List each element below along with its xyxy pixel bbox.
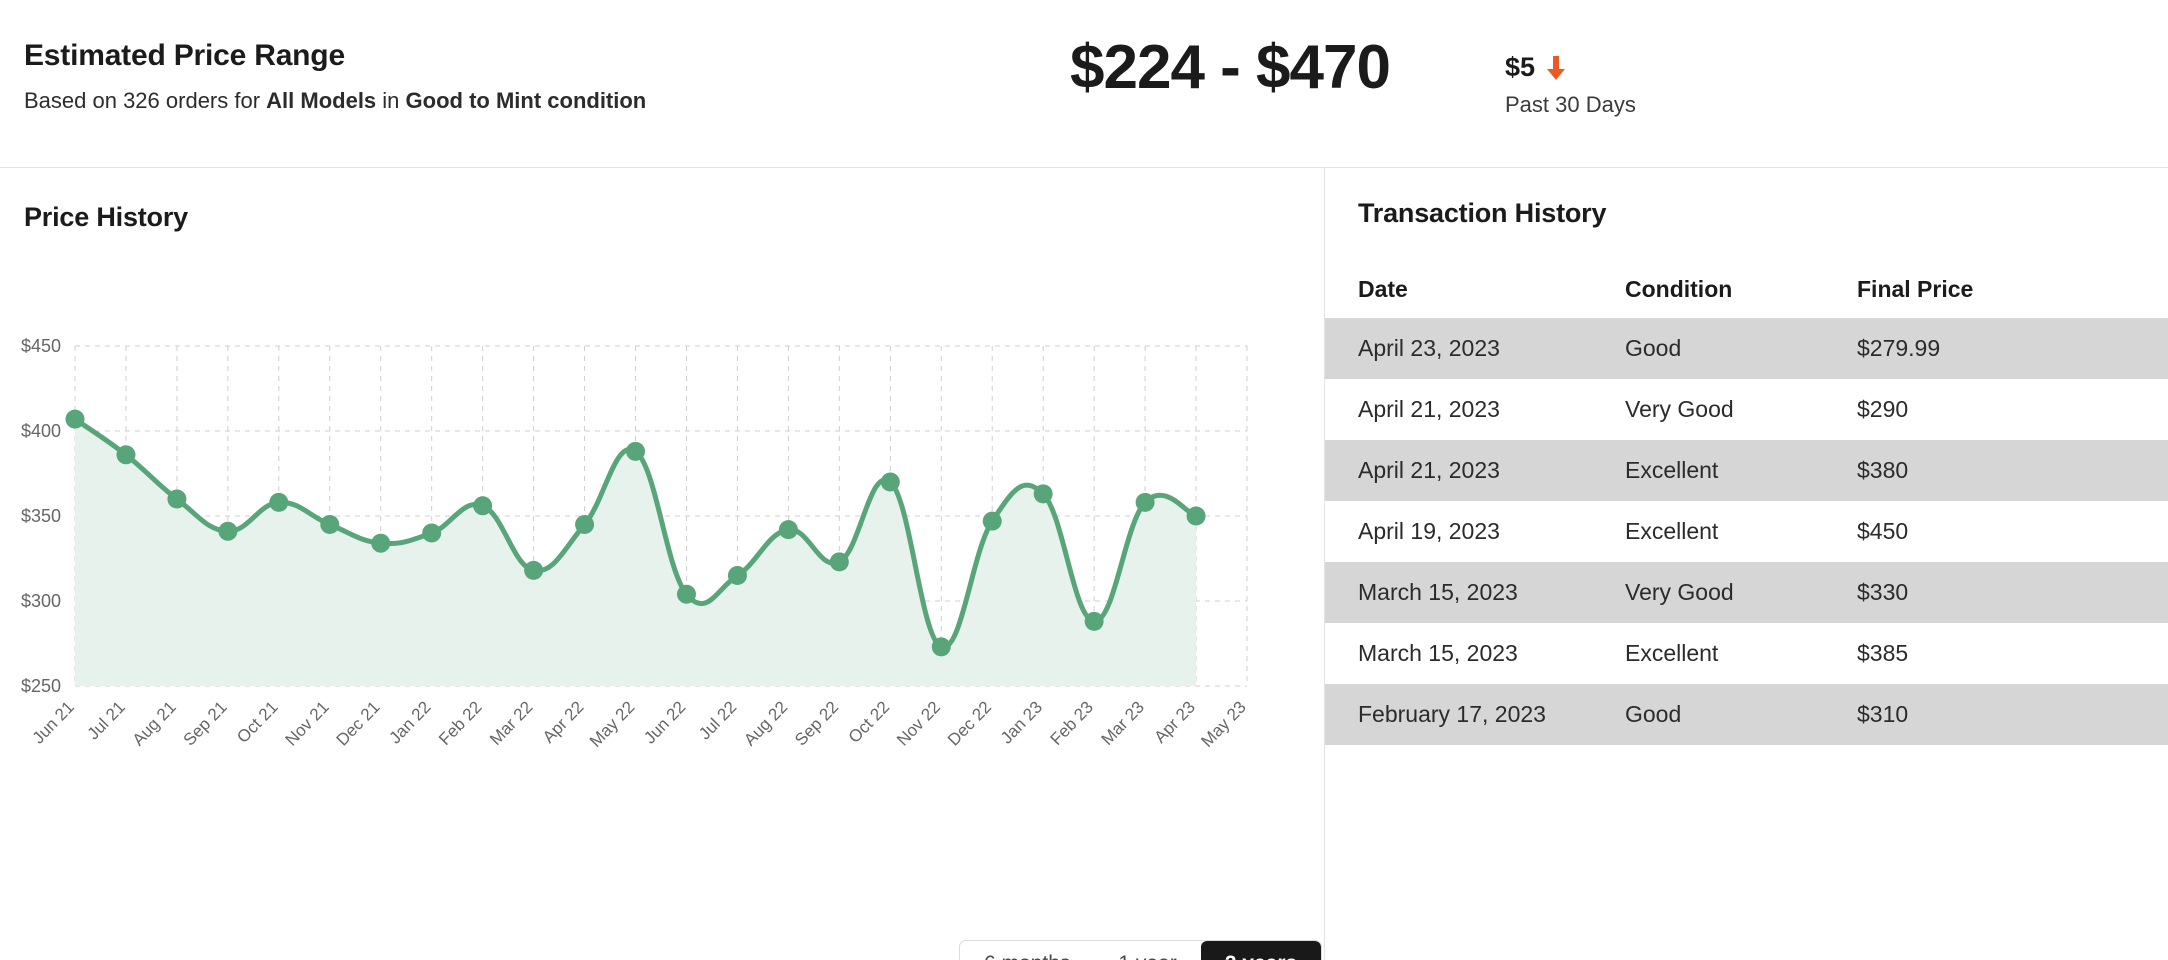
table-body: April 23, 2023 Good $279.99 April 21, 2023 V… [1325, 318, 2168, 745]
table-row[interactable]: April 21, 2023 Excellent $380 [1325, 440, 2168, 501]
svg-text:Oct 22: Oct 22 [845, 698, 893, 747]
trend-amount: $5 [1505, 52, 1536, 82]
svg-text:Oct 21: Oct 21 [233, 698, 281, 747]
price-history-title: Price History [24, 202, 188, 232]
range-button-6-months[interactable]: 6 months [960, 941, 1094, 960]
subtitle-prefix: Based on 326 orders for [24, 88, 267, 113]
svg-text:$300: $300 [21, 591, 61, 611]
svg-text:Sep 21: Sep 21 [180, 698, 231, 750]
transaction-history-table: Date Condition Final Price April 23, 202… [1325, 260, 2168, 745]
svg-text:Mar 23: Mar 23 [1098, 698, 1148, 749]
transaction-date: March 15, 2023 [1358, 579, 1518, 605]
transaction-final-price: $450 [1857, 518, 1909, 544]
transaction-final-price: $380 [1857, 457, 1909, 483]
price-history-svg: $250$300$350$400$450Jun 21 Jul 21 Aug 21 Se… [21, 336, 1250, 751]
svg-text:$450: $450 [21, 336, 61, 356]
time-range-toggle[interactable]: 6 months 1 year 2 years [959, 940, 1323, 960]
table-row[interactable]: April 21, 2023 Very Good $290 [1325, 379, 2168, 440]
table-row[interactable]: April 23, 2023 Good $279.99 [1325, 318, 2168, 379]
transaction-history-panel: Transaction History Date Condition Final… [1325, 168, 2168, 960]
svg-text:Mar 22: Mar 22 [486, 698, 536, 749]
transaction-condition: Good [1625, 335, 1682, 361]
transaction-date: February 17, 2023 [1358, 701, 1546, 727]
page-title: Estimated Price Range [24, 39, 345, 72]
table-row[interactable]: April 19, 2023 Excellent $450 [1325, 501, 2168, 562]
estimated-price-range-value: $224 - $470 [1070, 33, 1391, 102]
svg-text:Jan 23: Jan 23 [997, 698, 1046, 748]
trend-down-arrow-icon [1544, 54, 1568, 82]
svg-text:Aug 22: Aug 22 [740, 698, 791, 750]
transaction-date: April 23, 2023 [1358, 335, 1500, 361]
svg-text:Sep 22: Sep 22 [791, 698, 842, 750]
price-history-panel: Price History $250 $300 $350 $400 $450 Jun 21… [0, 168, 1325, 960]
svg-text:Nov 21: Nov 21 [282, 698, 333, 750]
transaction-date: April 21, 2023 [1358, 396, 1500, 422]
svg-text:Feb 23: Feb 23 [1047, 698, 1097, 749]
transaction-date: April 21, 2023 [1358, 457, 1500, 483]
content-body: Price History $250 $300 $350 $400 $450 Jun 21… [0, 168, 2168, 960]
transaction-condition: Very Good [1625, 396, 1734, 422]
header-text-block: Estimated Price Range Based on 326 order… [24, 38, 646, 116]
subtitle-condition: Good to Mint condition [405, 88, 647, 113]
table-row[interactable]: March 15, 2023 Very Good $330 [1325, 562, 2168, 623]
transaction-condition: Excellent [1625, 640, 1719, 666]
column-header-date: Date [1358, 275, 1408, 302]
transaction-condition: Excellent [1625, 518, 1719, 544]
svg-text:May 22: May 22 [586, 698, 638, 751]
trend-period-label: Past 30 Days [1505, 92, 1636, 117]
range-button-2-years[interactable]: 2 years [1200, 941, 1322, 960]
page-subtitle: Based on 326 orders for All Models in Go… [24, 87, 646, 116]
svg-text:Jun 22: Jun 22 [640, 698, 689, 748]
svg-text:$400: $400 [21, 421, 61, 441]
transaction-condition: Good [1625, 701, 1682, 727]
subtitle-models: All Models [266, 88, 377, 113]
transaction-condition: Excellent [1625, 457, 1719, 483]
subtitle-mid: in [376, 88, 406, 113]
transaction-final-price: $290 [1857, 396, 1909, 422]
table-row[interactable]: February 17, 2023 Good $310 [1325, 684, 2168, 745]
svg-text:Nov 22: Nov 22 [893, 698, 944, 750]
svg-text:Feb 22: Feb 22 [435, 698, 485, 749]
estimated-price-header: Estimated Price Range Based on 326 order… [0, 0, 2168, 168]
svg-text:Jul 22: Jul 22 [695, 698, 740, 744]
table-header-row: Date Condition Final Price [1325, 260, 2168, 318]
price-guide-page: Estimated Price Range Based on 326 order… [0, 0, 2168, 960]
svg-text:Jul 21: Jul 21 [84, 698, 129, 744]
transaction-final-price: $279.99 [1857, 335, 1941, 361]
range-button-1-year[interactable]: 1 year [1094, 941, 1200, 960]
transaction-date: April 19, 2023 [1358, 518, 1500, 544]
column-header-final-price: Final Price [1857, 275, 1974, 302]
transaction-date: March 15, 2023 [1358, 640, 1518, 666]
price-history-chart[interactable]: $250 $300 $350 $400 $450 Jun 21 Jul 21 Aug 21 Se… [0, 308, 1325, 778]
transaction-final-price: $330 [1857, 579, 1909, 605]
svg-text:Jan 22: Jan 22 [385, 698, 434, 748]
svg-text:Dec 21: Dec 21 [333, 698, 384, 750]
trend-row: $5 [1505, 52, 1636, 83]
transaction-final-price: $310 [1857, 701, 1909, 727]
column-header-condition: Condition [1625, 275, 1733, 302]
svg-text:Aug 21: Aug 21 [129, 698, 180, 750]
table-row[interactable]: March 15, 2023 Excellent $385 [1325, 623, 2168, 684]
transaction-history-title: Transaction History [1358, 198, 1607, 228]
svg-text:$350: $350 [21, 506, 61, 526]
transaction-condition: Very Good [1625, 579, 1734, 605]
svg-text:Dec 22: Dec 22 [944, 698, 995, 750]
svg-text:Apr 23: Apr 23 [1150, 698, 1198, 747]
svg-text:$250: $250 [21, 676, 61, 696]
transaction-final-price: $385 [1857, 640, 1909, 666]
svg-text:Apr 22: Apr 22 [539, 698, 587, 747]
svg-text:May 23: May 23 [1197, 698, 1249, 751]
price-trend: $5 Past 30 Days [1505, 52, 1636, 118]
svg-text:Jun 21: Jun 21 [29, 698, 78, 748]
